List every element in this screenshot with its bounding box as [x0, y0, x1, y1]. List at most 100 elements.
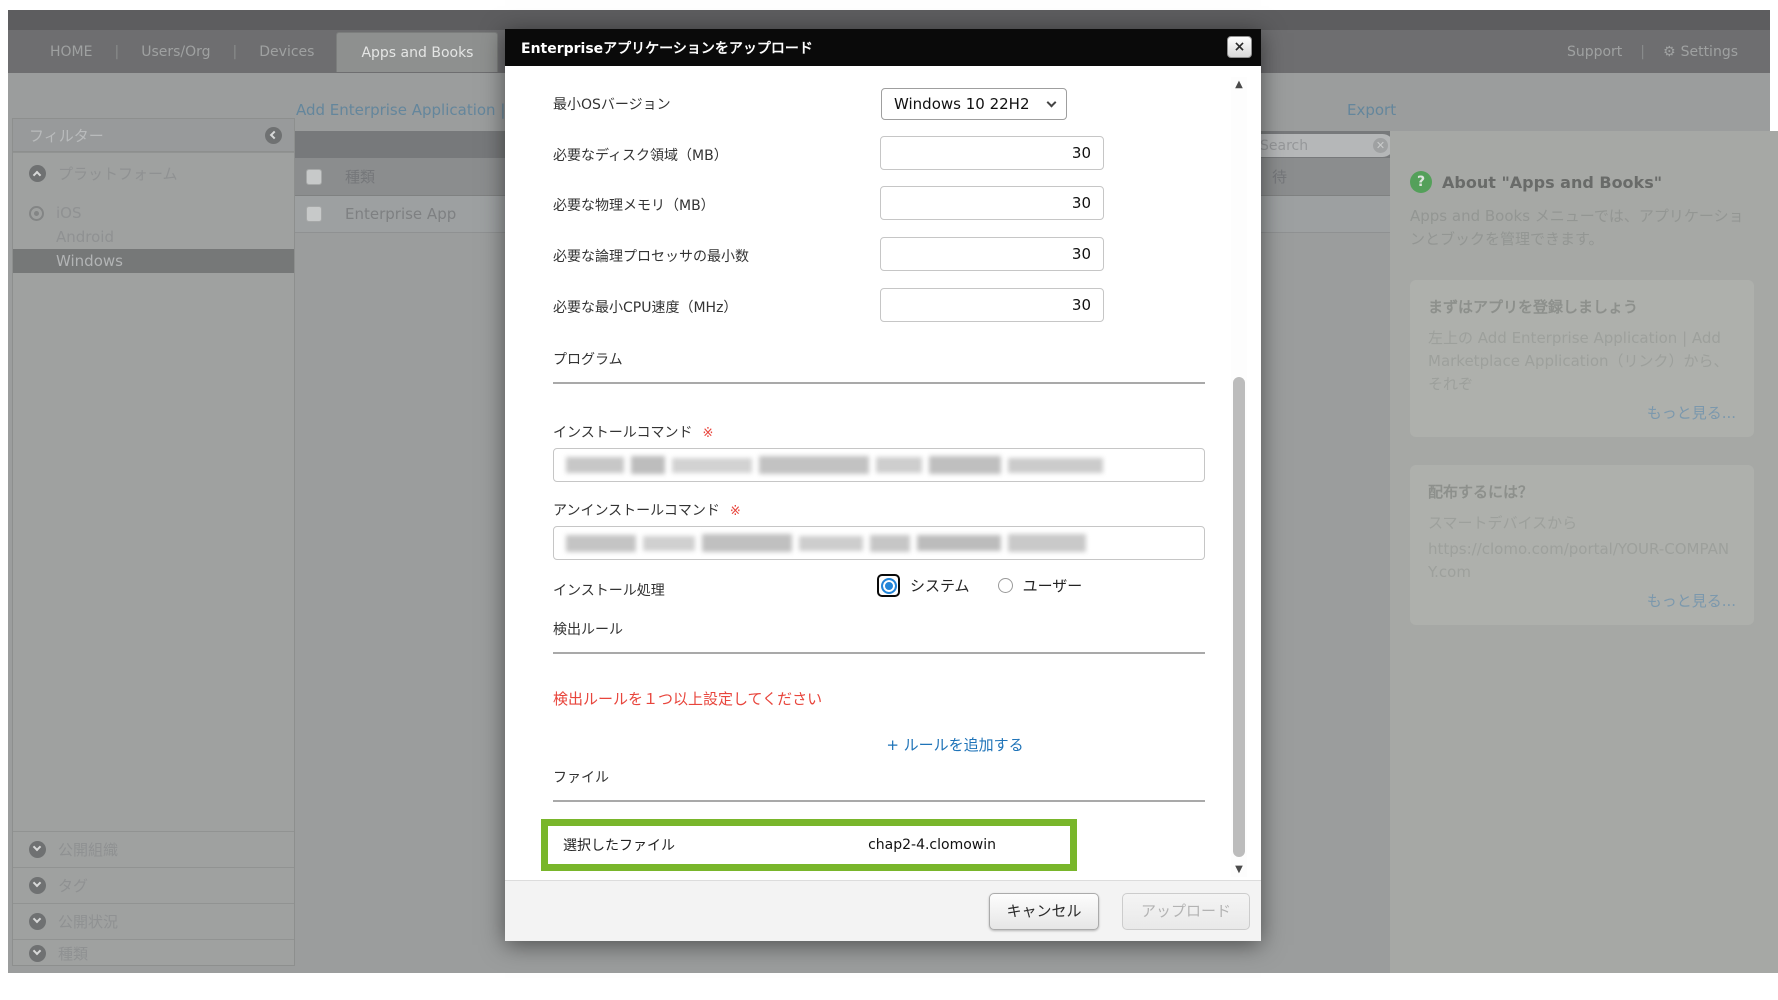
row-checkbox[interactable]: [306, 206, 322, 222]
see-more-link[interactable]: もっと見る...: [1428, 590, 1736, 611]
nav-settings[interactable]: ⚙Settings: [1663, 44, 1738, 60]
file-section-header: ファイル: [553, 770, 1205, 802]
about-panel-title: About "Apps and Books": [1442, 173, 1662, 192]
column-header-partial: 待: [1272, 166, 1287, 187]
expand-group-icon: [29, 877, 46, 894]
selected-file-row-highlighted: 選択したファイル chap2-4.clomowin: [541, 819, 1077, 871]
nav-devices[interactable]: Devices: [237, 44, 336, 60]
filter-sidebar: フィルター プラットフォーム iOS Android Windows 公開組織: [12, 118, 295, 966]
help-card-distribute: 配布するには？ スマートデバイスから https://clomo.com/por…: [1410, 465, 1754, 625]
search-input[interactable]: Search ✕: [1248, 134, 1394, 157]
column-header-type: 種類: [345, 166, 375, 187]
see-more-link[interactable]: もっと見る...: [1428, 402, 1736, 423]
help-card-title: 配布するには？: [1428, 481, 1736, 502]
selected-file-value: chap2-4.clomowin: [868, 837, 996, 853]
min-cpu-speed-input[interactable]: 30: [880, 288, 1104, 322]
nav-home[interactable]: HOME: [28, 44, 114, 60]
selected-file-label: 選択したファイル: [563, 835, 675, 855]
modal-body: 最小OSバージョン Windows 10 22H2 必要なディスク領域（MB） …: [505, 66, 1261, 880]
gear-icon: ⚙: [1663, 44, 1676, 60]
program-section-header: プログラム: [553, 352, 1205, 384]
nav-support[interactable]: Support: [1567, 44, 1622, 60]
chevron-down-icon: [33, 843, 41, 851]
logical-processors-label: 必要な論理プロセッサの最小数: [553, 246, 749, 266]
scrollbar-thumb[interactable]: [1233, 377, 1245, 857]
uninstall-command-input[interactable]: [553, 526, 1205, 560]
sidebar-item-ios[interactable]: iOS: [13, 201, 294, 225]
disk-space-label: 必要なディスク領域（MB）: [553, 145, 728, 165]
about-panel-intro: Apps and Books メニューでは、アプリケーションとブックを管理できま…: [1410, 205, 1754, 252]
filter-title: フィルター: [29, 125, 265, 146]
modal-scrollbar[interactable]: ▲ ▼: [1231, 77, 1247, 877]
redacted-text: [554, 449, 1204, 481]
disk-space-input[interactable]: 30: [880, 136, 1104, 170]
physical-memory-label: 必要な物理メモリ（MB）: [553, 195, 715, 215]
radio-selected-icon: [881, 578, 897, 594]
uninstall-command-label: アンインストールコマンド※: [553, 500, 741, 520]
upload-button[interactable]: アップロード: [1122, 893, 1250, 930]
filter-header: フィルター: [13, 119, 294, 152]
filter-group-label: 公開組織: [58, 839, 118, 860]
help-card-body: 左上の Add Enterprise Application | Add Mar…: [1428, 327, 1736, 397]
expand-group-icon: [29, 841, 46, 858]
filter-group-publish-status[interactable]: 公開状況: [13, 903, 294, 939]
close-icon[interactable]: ×: [1227, 36, 1252, 58]
required-mark: ※: [730, 504, 741, 519]
detection-rule-error: 検出ルールを１つ以上設定してください: [553, 688, 822, 709]
filter-group-platform[interactable]: プラットフォーム: [13, 152, 294, 193]
sidebar-item-android[interactable]: Android: [13, 225, 294, 249]
min-os-version-value: Windows 10 22H2: [894, 95, 1030, 113]
row-type-cell: Enterprise App: [345, 205, 456, 223]
radio-system[interactable]: [877, 574, 900, 597]
install-command-label: インストールコマンド※: [553, 422, 713, 442]
page: HOME | Users/Org | Devices Apps and Book…: [0, 0, 1778, 1000]
modal-footer: キャンセル アップロード: [505, 880, 1261, 941]
cancel-button[interactable]: キャンセル: [989, 893, 1099, 930]
about-panel: ? About "Apps and Books" Apps and Books …: [1390, 131, 1778, 973]
export-link[interactable]: Export: [1347, 101, 1396, 119]
nav-separator: |: [1640, 44, 1645, 60]
radio-user[interactable]: [998, 578, 1013, 593]
logical-processors-input[interactable]: 30: [880, 237, 1104, 271]
filter-group-type[interactable]: 種類: [13, 939, 294, 967]
chevron-down-icon: [33, 915, 41, 923]
clear-search-icon[interactable]: ✕: [1373, 138, 1388, 153]
add-rule-link[interactable]: + ルールを追加する: [705, 734, 1205, 755]
collapse-sidebar-button[interactable]: [265, 127, 282, 144]
radio-icon: [29, 206, 44, 221]
sidebar-item-label: iOS: [56, 204, 82, 222]
filter-group-organization[interactable]: 公開組織: [13, 831, 294, 867]
scroll-down-icon[interactable]: ▼: [1231, 864, 1247, 875]
help-card-line: スマートデバイスから: [1428, 512, 1736, 535]
modal-title: Enterpriseアプリケーションをアップロード: [521, 38, 813, 58]
chevron-left-icon: [270, 130, 278, 138]
select-all-checkbox[interactable]: [306, 169, 322, 185]
filter-group-label: タグ: [58, 875, 88, 896]
sidebar-item-label: Windows: [56, 252, 123, 270]
help-icon: ?: [1410, 171, 1432, 193]
nav-tab-apps-and-books[interactable]: Apps and Books: [336, 32, 498, 72]
radio-system-label: システム: [910, 575, 970, 596]
help-card-register: まずはアプリを登録しましょう 左上の Add Enterprise Applic…: [1410, 280, 1754, 438]
sidebar-item-windows-selected[interactable]: Windows: [13, 249, 294, 273]
expand-group-icon: [29, 913, 46, 930]
min-cpu-speed-label: 必要な最小CPU速度（MHz）: [553, 297, 737, 317]
chevron-down-icon: [33, 879, 41, 887]
help-card-title: まずはアプリを登録しましょう: [1428, 296, 1736, 317]
upload-enterprise-app-modal: Enterpriseアプリケーションをアップロード × 最小OSバージョン Wi…: [505, 29, 1261, 941]
chevron-down-icon: [1047, 98, 1057, 108]
scroll-up-icon[interactable]: ▲: [1231, 79, 1247, 90]
nav-users-org[interactable]: Users/Org: [119, 44, 232, 60]
min-os-version-select[interactable]: Windows 10 22H2: [881, 88, 1067, 120]
expand-group-icon: [29, 945, 46, 962]
required-mark: ※: [702, 426, 713, 441]
filter-group-label: 種類: [58, 943, 88, 964]
install-command-input[interactable]: [553, 448, 1205, 482]
filter-group-tag[interactable]: タグ: [13, 867, 294, 903]
install-context-label: インストール処理: [553, 580, 665, 600]
help-card-url: https://clomo.com/portal/YOUR-COMPANY.co…: [1428, 538, 1736, 585]
chevron-down-icon: [33, 947, 41, 955]
min-os-version-label: 最小OSバージョン: [553, 94, 671, 114]
add-application-links[interactable]: Add Enterprise Application | Add: [296, 101, 539, 119]
physical-memory-input[interactable]: 30: [880, 186, 1104, 220]
